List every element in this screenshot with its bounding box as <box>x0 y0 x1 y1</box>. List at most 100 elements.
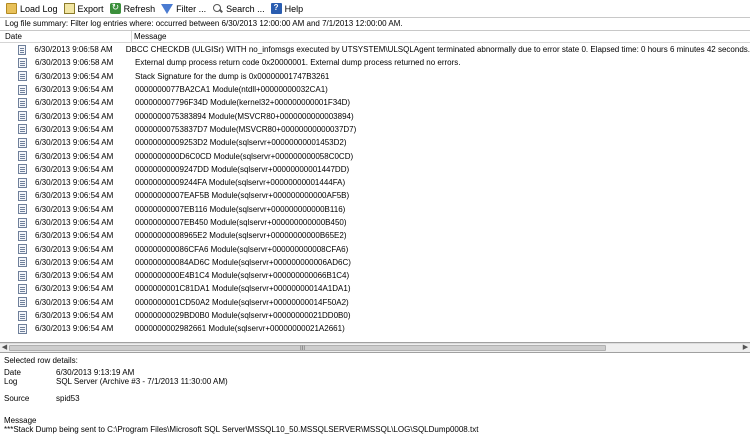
row-date: 6/30/2013 9:06:54 AM <box>35 111 114 121</box>
row-date: 6/30/2013 9:06:54 AM <box>35 311 114 321</box>
load-log-button[interactable]: Load Log <box>3 1 61 16</box>
details-source-value: spid53 <box>56 394 80 403</box>
table-row[interactable]: 6/30/2013 9:06:54 AM 000000007796F34D Mod… <box>0 96 750 109</box>
details-source-label: Source <box>4 394 30 403</box>
help-button[interactable]: Help <box>268 1 307 16</box>
table-row[interactable]: 6/30/2013 9:06:54 AM 0000000001CD50A2 Mod… <box>0 296 750 309</box>
filter-icon <box>161 3 174 14</box>
row-date: 6/30/2013 9:06:54 AM <box>35 164 114 174</box>
log-entry-icon <box>18 244 27 255</box>
row-message: 0000000075383894 Module(MSVCR80+00000000… <box>135 111 354 121</box>
table-row[interactable]: 6/30/2013 9:06:58 AM External dump proces… <box>0 56 750 69</box>
export-label: Export <box>77 3 104 14</box>
row-date: 6/30/2013 9:06:54 AM <box>35 297 114 307</box>
refresh-button[interactable]: Refresh <box>107 1 159 16</box>
table-row[interactable]: 6/30/2013 9:06:54 AM 00000000007EB450 Mod… <box>0 216 750 229</box>
row-date: 6/30/2013 9:06:54 AM <box>35 204 114 214</box>
table-row[interactable]: 6/30/2013 9:06:54 AM 0000000002982661 Mod… <box>0 322 750 335</box>
row-date: 6/30/2013 9:06:54 AM <box>35 231 114 241</box>
column-header-date[interactable]: Date <box>0 31 132 42</box>
details-source-row: Source spid53 <box>4 394 744 403</box>
table-row[interactable]: 6/30/2013 9:06:54 AM 00000000029BD0B0 Mod… <box>0 309 750 322</box>
row-message: External dump process return code 0x2000… <box>135 58 461 68</box>
log-grid[interactable]: Date Message 6/30/2013 9:06:58 AM DBCC CH… <box>0 31 750 343</box>
log-entry-icon <box>18 57 27 68</box>
row-date: 6/30/2013 9:06:54 AM <box>35 244 114 254</box>
details-message-label: Message <box>4 416 37 425</box>
log-entry-icon <box>18 137 27 148</box>
refresh-label: Refresh <box>123 3 156 14</box>
log-entry-icon <box>18 190 27 201</box>
row-date: 6/30/2013 9:06:54 AM <box>35 151 114 161</box>
row-message: 00000000008965E2 Module(sqlservr+0000000… <box>135 231 347 241</box>
row-message: 00000000007EB116 Module(sqlservr+0000000… <box>135 204 346 214</box>
table-row[interactable]: 6/30/2013 9:06:54 AM 00000000009244FA Mod… <box>0 176 750 189</box>
table-row[interactable]: 6/30/2013 9:06:54 AM 00000000008965E2 Mod… <box>0 229 750 242</box>
log-entry-icon <box>18 323 27 334</box>
log-entry-icon <box>18 151 27 162</box>
log-entry-icon <box>18 97 27 108</box>
row-date: 6/30/2013 9:06:54 AM <box>35 271 114 281</box>
table-row[interactable]: 6/30/2013 9:06:54 AM 0000000075383894 Mod… <box>0 109 750 122</box>
row-date: 6/30/2013 9:06:58 AM <box>34 45 113 55</box>
log-entry-icon <box>18 257 27 268</box>
row-date: 6/30/2013 9:06:54 AM <box>35 85 114 95</box>
search-button[interactable]: Search ... <box>209 1 268 16</box>
row-date: 6/30/2013 9:06:54 AM <box>35 284 114 294</box>
table-row[interactable]: 6/30/2013 9:06:54 AM 0000000077BA2CA1 Mod… <box>0 83 750 96</box>
row-date: 6/30/2013 9:06:54 AM <box>35 71 114 81</box>
selected-row-details-pane: Selected row details: Date 6/30/2013 9:1… <box>0 352 750 443</box>
table-row[interactable]: 6/30/2013 9:06:54 AM Stack Signature for … <box>0 70 750 83</box>
table-row[interactable]: 6/30/2013 9:06:54 AM 00000000007EAF5B Mod… <box>0 189 750 202</box>
log-file-summary: Log file summary: Filter log entries whe… <box>0 17 750 31</box>
log-entry-icon <box>18 111 27 122</box>
column-header-message[interactable]: Message <box>132 31 750 42</box>
table-row[interactable]: 6/30/2013 9:06:54 AM 00000000009247DD Mod… <box>0 163 750 176</box>
toolbar: Load Log Export Refresh Filter ... Searc… <box>0 0 750 17</box>
row-message: 0000000002982661 Module(sqlservr+0000000… <box>135 324 345 334</box>
filter-button[interactable]: Filter ... <box>158 1 209 16</box>
table-row[interactable]: 6/30/2013 9:06:58 AM DBCC CHECKDB (ULGISr… <box>0 43 750 56</box>
row-message: 00000000007EB450 Module(sqlservr+0000000… <box>135 218 347 227</box>
table-row[interactable]: 6/30/2013 9:06:54 AM 000000000084AD6C Mod… <box>0 256 750 269</box>
scrollbar-thumb[interactable]: III <box>9 345 606 352</box>
table-row[interactable]: 6/30/2013 9:06:54 AM 0000000001C81DA1 Mod… <box>0 282 750 295</box>
details-date-value: 6/30/2013 9:13:19 AM <box>56 368 135 377</box>
table-row[interactable]: 6/30/2013 9:06:54 AM 000000000086CFA6 Mod… <box>0 242 750 255</box>
row-message: 0000000001CD50A2 Module(sqlservr+0000000… <box>135 297 349 307</box>
table-row[interactable]: 6/30/2013 9:06:54 AM 00000000007EB116 Mod… <box>0 203 750 216</box>
row-message: 00000000029BD0B0 Module(sqlservr+0000000… <box>135 311 351 321</box>
row-date: 6/30/2013 9:06:54 AM <box>35 218 114 227</box>
horizontal-scrollbar[interactable]: ◀ III ▶ <box>0 343 750 352</box>
row-message: 000000000084AD6C Module(sqlservr+0000000… <box>135 257 351 267</box>
grid-header: Date Message <box>0 31 750 43</box>
details-log-value: SQL Server (Archive #3 - 7/1/2013 11:30:… <box>56 377 228 386</box>
log-entry-icon <box>18 230 27 241</box>
export-button[interactable]: Export <box>61 1 107 16</box>
log-entry-icon <box>18 283 27 294</box>
details-heading: Selected row details: <box>4 356 78 365</box>
log-entry-icon <box>18 217 27 228</box>
log-entry-icon <box>18 297 27 308</box>
scroll-left-arrow-icon[interactable]: ◀ <box>0 344 9 352</box>
log-entry-icon <box>18 270 27 281</box>
row-date: 6/30/2013 9:06:54 AM <box>35 324 114 334</box>
folder-icon <box>6 3 17 14</box>
row-message: 0000000000E4B1C4 Module(sqlservr+0000000… <box>135 271 350 281</box>
row-message: Stack Signature for the dump is 0x000000… <box>135 71 330 81</box>
table-row[interactable]: 6/30/2013 9:06:54 AM 00000000753837D7 Mod… <box>0 123 750 136</box>
details-date-label: Date <box>4 368 21 377</box>
filter-label: Filter ... <box>176 3 207 14</box>
table-row[interactable]: 6/30/2013 9:06:54 AM 00000000009253D2 Mod… <box>0 136 750 149</box>
search-label: Search ... <box>226 3 265 14</box>
scroll-right-arrow-icon[interactable]: ▶ <box>741 344 750 352</box>
row-date: 6/30/2013 9:06:54 AM <box>35 124 114 134</box>
details-date-row: Date 6/30/2013 9:13:19 AM <box>4 368 744 377</box>
table-row[interactable]: 6/30/2013 9:06:54 AM 0000000000E4B1C4 Mod… <box>0 269 750 282</box>
row-date: 6/30/2013 9:06:54 AM <box>35 98 114 108</box>
row-message: 00000000007EAF5B Module(sqlservr+0000000… <box>135 191 350 201</box>
details-log-row: Log SQL Server (Archive #3 - 7/1/2013 11… <box>4 377 744 386</box>
row-date: 6/30/2013 9:06:58 AM <box>35 58 114 68</box>
row-message: 0000000077BA2CA1 Module(ntdll+0000000003… <box>135 85 328 95</box>
table-row[interactable]: 6/30/2013 9:06:54 AM 0000000000D6C0CD Mod… <box>0 149 750 162</box>
